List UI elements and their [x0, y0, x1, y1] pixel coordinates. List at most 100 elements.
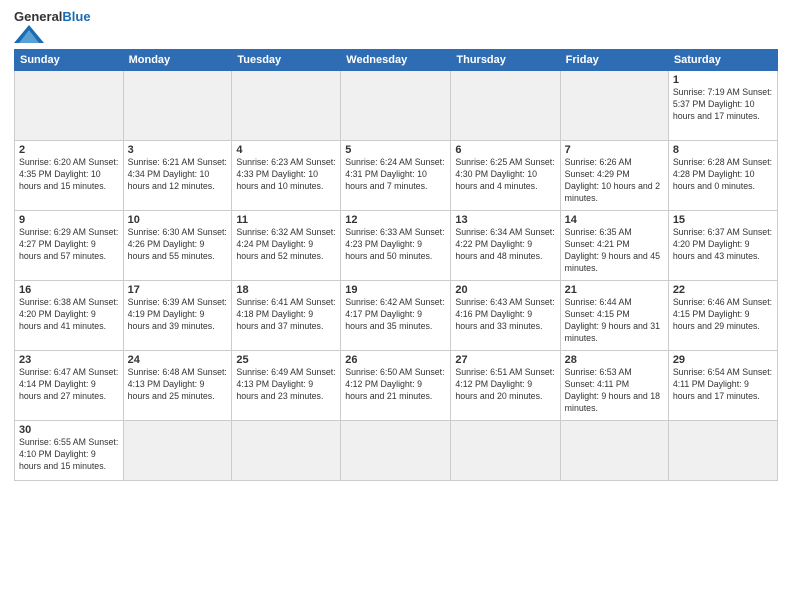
day-number: 26 — [345, 354, 446, 366]
calendar-cell — [15, 71, 124, 141]
calendar-cell: 20Sunrise: 6:43 AM Sunset: 4:16 PM Dayli… — [451, 281, 560, 351]
calendar-cell: 19Sunrise: 6:42 AM Sunset: 4:17 PM Dayli… — [341, 281, 451, 351]
calendar-cell: 21Sunrise: 6:44 AM Sunset: 4:15 PM Dayli… — [560, 281, 668, 351]
day-info: Sunrise: 6:54 AM Sunset: 4:11 PM Dayligh… — [673, 367, 773, 403]
calendar-cell: 1Sunrise: 7:19 AM Sunset: 5:37 PM Daylig… — [668, 71, 777, 141]
day-number: 21 — [565, 284, 664, 296]
day-number: 19 — [345, 284, 446, 296]
day-number: 24 — [128, 354, 228, 366]
day-info: Sunrise: 6:21 AM Sunset: 4:34 PM Dayligh… — [128, 157, 228, 193]
col-saturday: Saturday — [668, 50, 777, 71]
calendar-cell — [341, 71, 451, 141]
logo-general: General — [14, 9, 62, 24]
calendar-cell: 13Sunrise: 6:34 AM Sunset: 4:22 PM Dayli… — [451, 211, 560, 281]
calendar-cell: 28Sunrise: 6:53 AM Sunset: 4:11 PM Dayli… — [560, 351, 668, 421]
header: GeneralBlue — [14, 10, 778, 43]
calendar-cell — [560, 71, 668, 141]
day-number: 14 — [565, 214, 664, 226]
day-info: Sunrise: 6:25 AM Sunset: 4:30 PM Dayligh… — [455, 157, 555, 193]
calendar-cell: 7Sunrise: 6:26 AM Sunset: 4:29 PM Daylig… — [560, 141, 668, 211]
logo: GeneralBlue — [14, 10, 91, 43]
day-info: Sunrise: 6:20 AM Sunset: 4:35 PM Dayligh… — [19, 157, 119, 193]
day-number: 25 — [236, 354, 336, 366]
day-info: Sunrise: 6:28 AM Sunset: 4:28 PM Dayligh… — [673, 157, 773, 193]
day-number: 12 — [345, 214, 446, 226]
day-info: Sunrise: 6:33 AM Sunset: 4:23 PM Dayligh… — [345, 227, 446, 263]
day-number: 5 — [345, 144, 446, 156]
calendar-cell — [341, 421, 451, 481]
day-info: Sunrise: 6:37 AM Sunset: 4:20 PM Dayligh… — [673, 227, 773, 263]
calendar-cell: 29Sunrise: 6:54 AM Sunset: 4:11 PM Dayli… — [668, 351, 777, 421]
calendar-cell: 30Sunrise: 6:55 AM Sunset: 4:10 PM Dayli… — [15, 421, 124, 481]
calendar-cell — [232, 71, 341, 141]
calendar-cell: 15Sunrise: 6:37 AM Sunset: 4:20 PM Dayli… — [668, 211, 777, 281]
day-info: Sunrise: 6:49 AM Sunset: 4:13 PM Dayligh… — [236, 367, 336, 403]
day-number: 11 — [236, 214, 336, 226]
calendar-cell: 23Sunrise: 6:47 AM Sunset: 4:14 PM Dayli… — [15, 351, 124, 421]
calendar-cell: 14Sunrise: 6:35 AM Sunset: 4:21 PM Dayli… — [560, 211, 668, 281]
day-info: Sunrise: 6:55 AM Sunset: 4:10 PM Dayligh… — [19, 437, 119, 473]
day-info: Sunrise: 6:51 AM Sunset: 4:12 PM Dayligh… — [455, 367, 555, 403]
day-info: Sunrise: 6:43 AM Sunset: 4:16 PM Dayligh… — [455, 297, 555, 333]
day-info: Sunrise: 6:46 AM Sunset: 4:15 PM Dayligh… — [673, 297, 773, 333]
day-number: 22 — [673, 284, 773, 296]
calendar-header-row: Sunday Monday Tuesday Wednesday Thursday… — [15, 50, 778, 71]
col-wednesday: Wednesday — [341, 50, 451, 71]
day-info: Sunrise: 6:48 AM Sunset: 4:13 PM Dayligh… — [128, 367, 228, 403]
day-info: Sunrise: 6:29 AM Sunset: 4:27 PM Dayligh… — [19, 227, 119, 263]
calendar-cell: 27Sunrise: 6:51 AM Sunset: 4:12 PM Dayli… — [451, 351, 560, 421]
day-number: 30 — [19, 424, 119, 436]
calendar-cell: 2Sunrise: 6:20 AM Sunset: 4:35 PM Daylig… — [15, 141, 124, 211]
calendar-cell — [123, 71, 232, 141]
day-number: 15 — [673, 214, 773, 226]
calendar-cell: 9Sunrise: 6:29 AM Sunset: 4:27 PM Daylig… — [15, 211, 124, 281]
col-monday: Monday — [123, 50, 232, 71]
calendar-cell: 17Sunrise: 6:39 AM Sunset: 4:19 PM Dayli… — [123, 281, 232, 351]
day-info: Sunrise: 6:38 AM Sunset: 4:20 PM Dayligh… — [19, 297, 119, 333]
day-number: 7 — [565, 144, 664, 156]
day-number: 18 — [236, 284, 336, 296]
col-thursday: Thursday — [451, 50, 560, 71]
day-number: 17 — [128, 284, 228, 296]
day-number: 20 — [455, 284, 555, 296]
calendar-cell: 16Sunrise: 6:38 AM Sunset: 4:20 PM Dayli… — [15, 281, 124, 351]
col-friday: Friday — [560, 50, 668, 71]
calendar-cell: 12Sunrise: 6:33 AM Sunset: 4:23 PM Dayli… — [341, 211, 451, 281]
calendar-cell: 18Sunrise: 6:41 AM Sunset: 4:18 PM Dayli… — [232, 281, 341, 351]
calendar-cell: 25Sunrise: 6:49 AM Sunset: 4:13 PM Dayli… — [232, 351, 341, 421]
calendar-cell — [451, 71, 560, 141]
calendar-cell — [232, 421, 341, 481]
day-info: Sunrise: 6:32 AM Sunset: 4:24 PM Dayligh… — [236, 227, 336, 263]
calendar-cell: 10Sunrise: 6:30 AM Sunset: 4:26 PM Dayli… — [123, 211, 232, 281]
day-info: Sunrise: 6:23 AM Sunset: 4:33 PM Dayligh… — [236, 157, 336, 193]
day-number: 23 — [19, 354, 119, 366]
day-number: 6 — [455, 144, 555, 156]
logo-blue: Blue — [62, 9, 90, 24]
day-info: Sunrise: 6:50 AM Sunset: 4:12 PM Dayligh… — [345, 367, 446, 403]
day-number: 3 — [128, 144, 228, 156]
day-number: 8 — [673, 144, 773, 156]
day-info: Sunrise: 7:19 AM Sunset: 5:37 PM Dayligh… — [673, 87, 773, 123]
day-info: Sunrise: 6:42 AM Sunset: 4:17 PM Dayligh… — [345, 297, 446, 333]
calendar-cell: 5Sunrise: 6:24 AM Sunset: 4:31 PM Daylig… — [341, 141, 451, 211]
day-number: 28 — [565, 354, 664, 366]
day-info: Sunrise: 6:47 AM Sunset: 4:14 PM Dayligh… — [19, 367, 119, 403]
day-info: Sunrise: 6:41 AM Sunset: 4:18 PM Dayligh… — [236, 297, 336, 333]
calendar-cell — [560, 421, 668, 481]
calendar-cell — [451, 421, 560, 481]
day-info: Sunrise: 6:53 AM Sunset: 4:11 PM Dayligh… — [565, 367, 664, 415]
day-number: 27 — [455, 354, 555, 366]
col-tuesday: Tuesday — [232, 50, 341, 71]
day-info: Sunrise: 6:24 AM Sunset: 4:31 PM Dayligh… — [345, 157, 446, 193]
day-info: Sunrise: 6:44 AM Sunset: 4:15 PM Dayligh… — [565, 297, 664, 345]
day-number: 4 — [236, 144, 336, 156]
col-sunday: Sunday — [15, 50, 124, 71]
calendar: Sunday Monday Tuesday Wednesday Thursday… — [14, 49, 778, 481]
calendar-cell — [123, 421, 232, 481]
calendar-cell: 8Sunrise: 6:28 AM Sunset: 4:28 PM Daylig… — [668, 141, 777, 211]
calendar-cell: 6Sunrise: 6:25 AM Sunset: 4:30 PM Daylig… — [451, 141, 560, 211]
calendar-cell: 22Sunrise: 6:46 AM Sunset: 4:15 PM Dayli… — [668, 281, 777, 351]
calendar-cell: 11Sunrise: 6:32 AM Sunset: 4:24 PM Dayli… — [232, 211, 341, 281]
calendar-cell: 24Sunrise: 6:48 AM Sunset: 4:13 PM Dayli… — [123, 351, 232, 421]
day-info: Sunrise: 6:35 AM Sunset: 4:21 PM Dayligh… — [565, 227, 664, 275]
